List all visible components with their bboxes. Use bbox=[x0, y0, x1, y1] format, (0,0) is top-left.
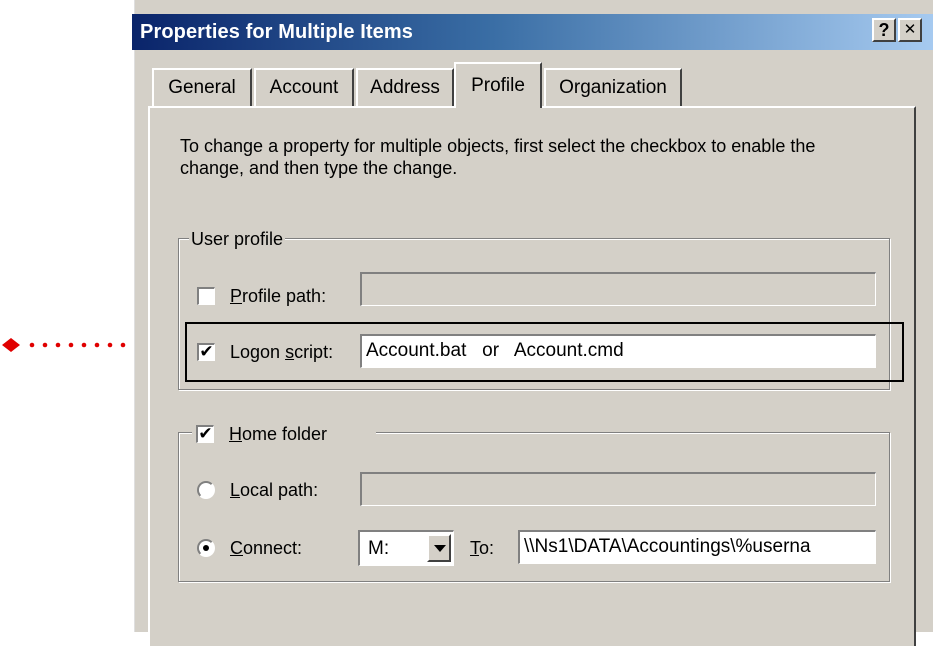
instructions-text: To change a property for multiple object… bbox=[180, 136, 816, 178]
connect-radio[interactable] bbox=[197, 539, 215, 557]
local-path-radio[interactable] bbox=[197, 481, 215, 499]
profile-path-checkbox[interactable] bbox=[197, 287, 215, 305]
user-profile-group-label: User profile bbox=[189, 228, 286, 250]
local-path-label: Local path: bbox=[230, 480, 319, 500]
connect-label: Connect: bbox=[230, 538, 303, 558]
home-folder-checkbox[interactable]: ✔ bbox=[196, 425, 214, 443]
home-folder-label: Home folder bbox=[229, 424, 328, 444]
drive-letter-value: M: bbox=[368, 538, 390, 559]
to-label: To: bbox=[470, 538, 495, 558]
close-button[interactable]: ✕ bbox=[898, 18, 922, 42]
chevron-down-icon[interactable] bbox=[427, 534, 451, 562]
highlight-box bbox=[185, 322, 904, 382]
tab-general[interactable]: General bbox=[152, 68, 252, 106]
tab-organization[interactable]: Organization bbox=[544, 68, 682, 106]
local-path-field bbox=[360, 472, 876, 506]
drive-letter-select[interactable]: M: bbox=[358, 530, 454, 566]
profile-path-label: Profile path: bbox=[230, 286, 327, 306]
tab-account[interactable]: Account bbox=[254, 68, 354, 106]
profile-path-field bbox=[360, 272, 876, 306]
tab-connector bbox=[456, 104, 540, 110]
tab-address[interactable]: Address bbox=[356, 68, 454, 106]
help-button[interactable]: ? bbox=[872, 18, 896, 42]
window-title: Properties for Multiple Items bbox=[140, 21, 413, 43]
connect-path-input[interactable]: \\Ns1\DATA\Accountings\%userna bbox=[518, 530, 876, 564]
tab-profile[interactable]: Profile bbox=[454, 62, 542, 108]
